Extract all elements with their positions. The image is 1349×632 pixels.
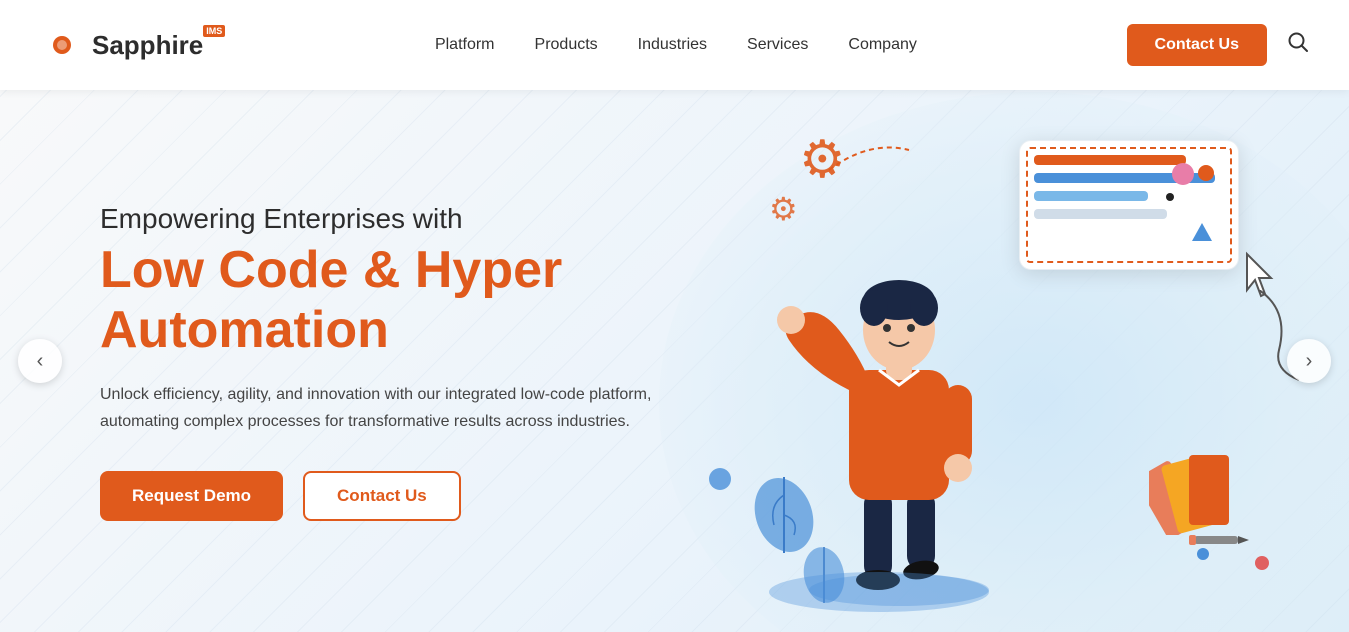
hero-section: ‹ Empowering Enterprises with Low Code &… — [0, 90, 1349, 632]
navbar: SapphireIMS Platform Products Industries… — [0, 0, 1349, 90]
card-triangle — [1192, 223, 1212, 241]
nav-industries[interactable]: Industries — [638, 36, 707, 54]
card-dot-pink — [1172, 163, 1194, 185]
request-demo-button[interactable]: Request Demo — [100, 471, 283, 521]
nav-platform[interactable]: Platform — [435, 36, 495, 54]
nav-links: Platform Products Industries Services Co… — [435, 36, 917, 54]
color-swatches — [1149, 445, 1259, 540]
hero-content: Empowering Enterprises with Low Code & H… — [0, 201, 660, 521]
person-illustration — [759, 190, 1039, 610]
dot-blue-large — [709, 468, 731, 490]
nav-products[interactable]: Products — [535, 36, 598, 54]
hero-description: Unlock efficiency, agility, and innovati… — [100, 381, 660, 435]
carousel-next-button[interactable]: › — [1287, 339, 1331, 383]
logo-name: SapphireIMS — [92, 30, 225, 61]
contact-us-button[interactable]: Contact Us — [1127, 24, 1267, 66]
carousel-prev-button[interactable]: ‹ — [18, 339, 62, 383]
ground-circle — [769, 572, 989, 612]
nav-services[interactable]: Services — [747, 36, 808, 54]
hero-buttons: Request Demo Contact Us — [100, 471, 660, 521]
hero-subtitle: Empowering Enterprises with — [100, 201, 660, 237]
dot-pink — [1255, 556, 1269, 570]
nav-company[interactable]: Company — [848, 36, 916, 54]
card-dot-orange — [1198, 165, 1214, 181]
dot-blue-small — [1197, 548, 1209, 560]
search-button[interactable] — [1287, 31, 1309, 59]
hero-contact-button[interactable]: Contact Us — [303, 471, 461, 521]
ui-card — [1019, 140, 1239, 270]
hero-title: Low Code & Hyper Automation — [100, 241, 660, 361]
logo[interactable]: SapphireIMS — [40, 23, 225, 67]
nav-right: Contact Us — [1127, 24, 1309, 66]
logo-icon — [40, 23, 84, 67]
search-icon — [1287, 31, 1309, 53]
mouse-cursor — [1243, 250, 1279, 307]
hero-illustration: ⚙ ⚙ — [669, 110, 1289, 620]
dashed-selection — [1026, 147, 1232, 263]
card-cursor-dot — [1166, 193, 1174, 201]
